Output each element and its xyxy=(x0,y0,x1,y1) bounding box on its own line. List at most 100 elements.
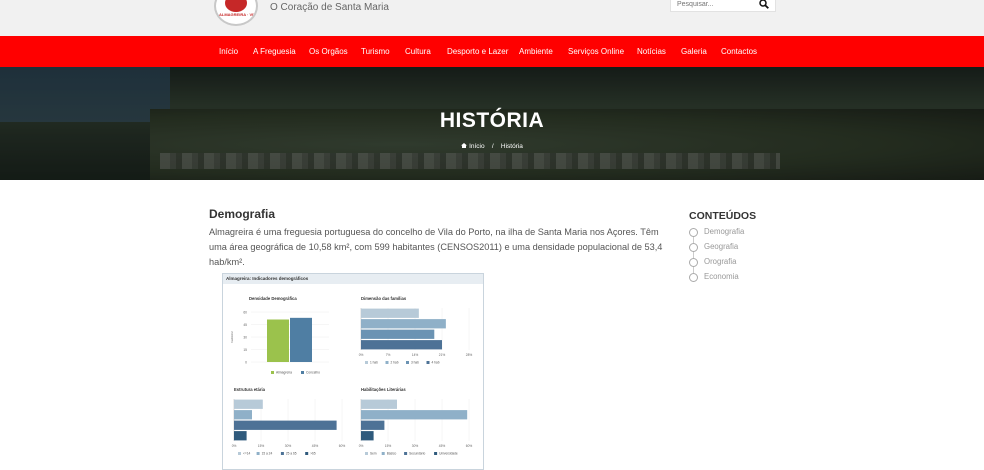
nav-inicio[interactable]: Início xyxy=(219,47,238,56)
chart-title: Habilitações Literárias xyxy=(361,387,406,392)
bar-1 xyxy=(361,319,446,329)
y-tick-label: 15 xyxy=(243,348,247,352)
breadcrumb-current: História xyxy=(500,143,523,150)
search-box xyxy=(670,0,776,12)
breadcrumb-separator: / xyxy=(491,143,494,150)
legend-swatch xyxy=(305,452,309,455)
figure-header: Almagreira: Indicadores demográficos xyxy=(223,274,483,284)
legend-swatch xyxy=(365,452,368,455)
bar-concelho xyxy=(290,317,312,362)
legend-swatch xyxy=(434,452,438,455)
bar-1 xyxy=(361,410,468,420)
x-tick-label: 15% xyxy=(385,444,392,448)
bar-3 xyxy=(234,431,247,441)
y-tick-label: 0 xyxy=(245,360,247,364)
legend-label: Concelho xyxy=(306,371,320,375)
search-input[interactable] xyxy=(677,0,757,10)
toc-bullet-icon xyxy=(689,228,698,237)
toc-connector xyxy=(693,232,694,277)
legend-label: 15 a 24 xyxy=(262,452,273,456)
x-tick-label: 21% xyxy=(439,353,446,357)
x-tick-label: 45% xyxy=(312,444,319,448)
x-tick-label: 7% xyxy=(386,353,391,357)
x-tick-label: 0% xyxy=(232,444,237,448)
bar-3 xyxy=(361,431,374,441)
charts-svg: Densidade Demográfica 60 45 30 15 0 hab/km2 Alm… xyxy=(230,296,473,456)
legend-label: 3 hab xyxy=(411,361,419,365)
legend-label: 25 a 65 xyxy=(286,452,297,456)
bar-0 xyxy=(234,399,263,409)
legend-swatch xyxy=(271,371,274,374)
legend-label: Universidade xyxy=(439,452,458,456)
nav-galeria[interactable]: Galeria xyxy=(681,47,707,56)
breadcrumb-home[interactable]: Início xyxy=(469,143,485,150)
parish-logo[interactable]: ALMAGREIRA · VILA DO PORTO xyxy=(214,0,258,26)
toc-bullet-icon xyxy=(689,243,698,252)
x-tick-label: 30% xyxy=(285,444,292,448)
top-header: ALMAGREIRA · VILA DO PORTO O Coração de … xyxy=(0,0,984,36)
y-tick-label: 60 xyxy=(243,310,247,314)
nav-desporto-lazer[interactable]: Desporto e Lazer xyxy=(447,47,508,56)
demographics-figure: Almagreira: Indicadores demográficos Den… xyxy=(222,273,484,470)
bar-2 xyxy=(361,420,385,430)
toc-bullet-icon xyxy=(689,258,698,267)
legend-swatch xyxy=(406,361,409,364)
x-tick-label: 30% xyxy=(412,444,419,448)
x-tick-label: 28% xyxy=(466,353,473,357)
nav-os-orgaos[interactable]: Os Orgãos xyxy=(309,47,348,56)
legend-swatch xyxy=(280,452,284,455)
x-tick-label: 60% xyxy=(339,444,346,448)
site-tagline: O Coração de Santa Maria xyxy=(270,2,389,13)
legend-label: 4 hab xyxy=(432,361,440,365)
bar-1 xyxy=(234,410,252,420)
bar-3 xyxy=(361,340,442,350)
legend-swatch xyxy=(365,361,368,364)
legend-swatch xyxy=(385,361,389,364)
nav-noticias[interactable]: Notícias xyxy=(637,47,666,56)
legend-label: Básico xyxy=(387,452,397,456)
bar-2 xyxy=(234,420,337,430)
nav-a-freguesia[interactable]: A Freguesia xyxy=(253,47,296,56)
bar-2 xyxy=(361,329,435,339)
y-tick-label: 45 xyxy=(243,323,247,327)
toc-title: CONTEÚDOS xyxy=(689,210,757,222)
bar-0 xyxy=(361,399,397,409)
legend-swatch xyxy=(238,452,241,455)
legend-label: 2 hab xyxy=(391,361,399,365)
search-icon[interactable] xyxy=(759,0,769,9)
legend-label: Sem xyxy=(370,452,377,456)
chart-title: Densidade Demográfica xyxy=(249,296,297,301)
x-tick-label: 15% xyxy=(258,444,265,448)
nav-ambiente[interactable]: Ambiente xyxy=(519,47,553,56)
toc-bullet-icon xyxy=(689,273,698,282)
logo-ring-text: ALMAGREIRA · VILA DO PORTO xyxy=(219,12,258,17)
legend-swatch xyxy=(404,452,408,455)
bar-0 xyxy=(361,308,419,318)
nav-servicos-online[interactable]: Serviços Online xyxy=(568,47,624,56)
x-tick-label: 60% xyxy=(466,444,473,448)
breadcrumb: Início / História xyxy=(0,143,984,150)
nav-turismo[interactable]: Turismo xyxy=(361,47,390,56)
y-tick-label: 30 xyxy=(243,335,247,339)
legend-label: Almagreira xyxy=(276,371,292,375)
main-nav: Início A Freguesia Os Orgãos Turismo Cul… xyxy=(0,36,984,67)
y-axis-label: hab/km2 xyxy=(230,331,234,343)
legend-label: <=14 xyxy=(243,452,250,456)
x-tick-label: 0% xyxy=(359,444,364,448)
section-text: Almagreira é uma freguesia portuguesa do… xyxy=(209,227,663,267)
legend-swatch xyxy=(301,371,304,374)
legend-label: Secundário xyxy=(409,452,425,456)
hero-banner: HISTÓRIA Início / História xyxy=(0,67,984,180)
legend-swatch xyxy=(426,361,430,364)
x-tick-label: 0% xyxy=(359,353,364,357)
home-icon xyxy=(461,143,468,148)
chart-title: Estrutura etária xyxy=(234,387,266,392)
logo-emblem xyxy=(225,0,247,12)
chart-title: Dimensão das famílias xyxy=(361,296,407,301)
nav-contactos[interactable]: Contactos xyxy=(721,47,757,56)
x-tick-label: 14% xyxy=(412,353,419,357)
page-title: HISTÓRIA xyxy=(439,109,545,132)
nav-cultura[interactable]: Cultura xyxy=(405,47,431,56)
legend-label: >65 xyxy=(310,452,316,456)
legend-label: 1 hab xyxy=(370,361,378,365)
